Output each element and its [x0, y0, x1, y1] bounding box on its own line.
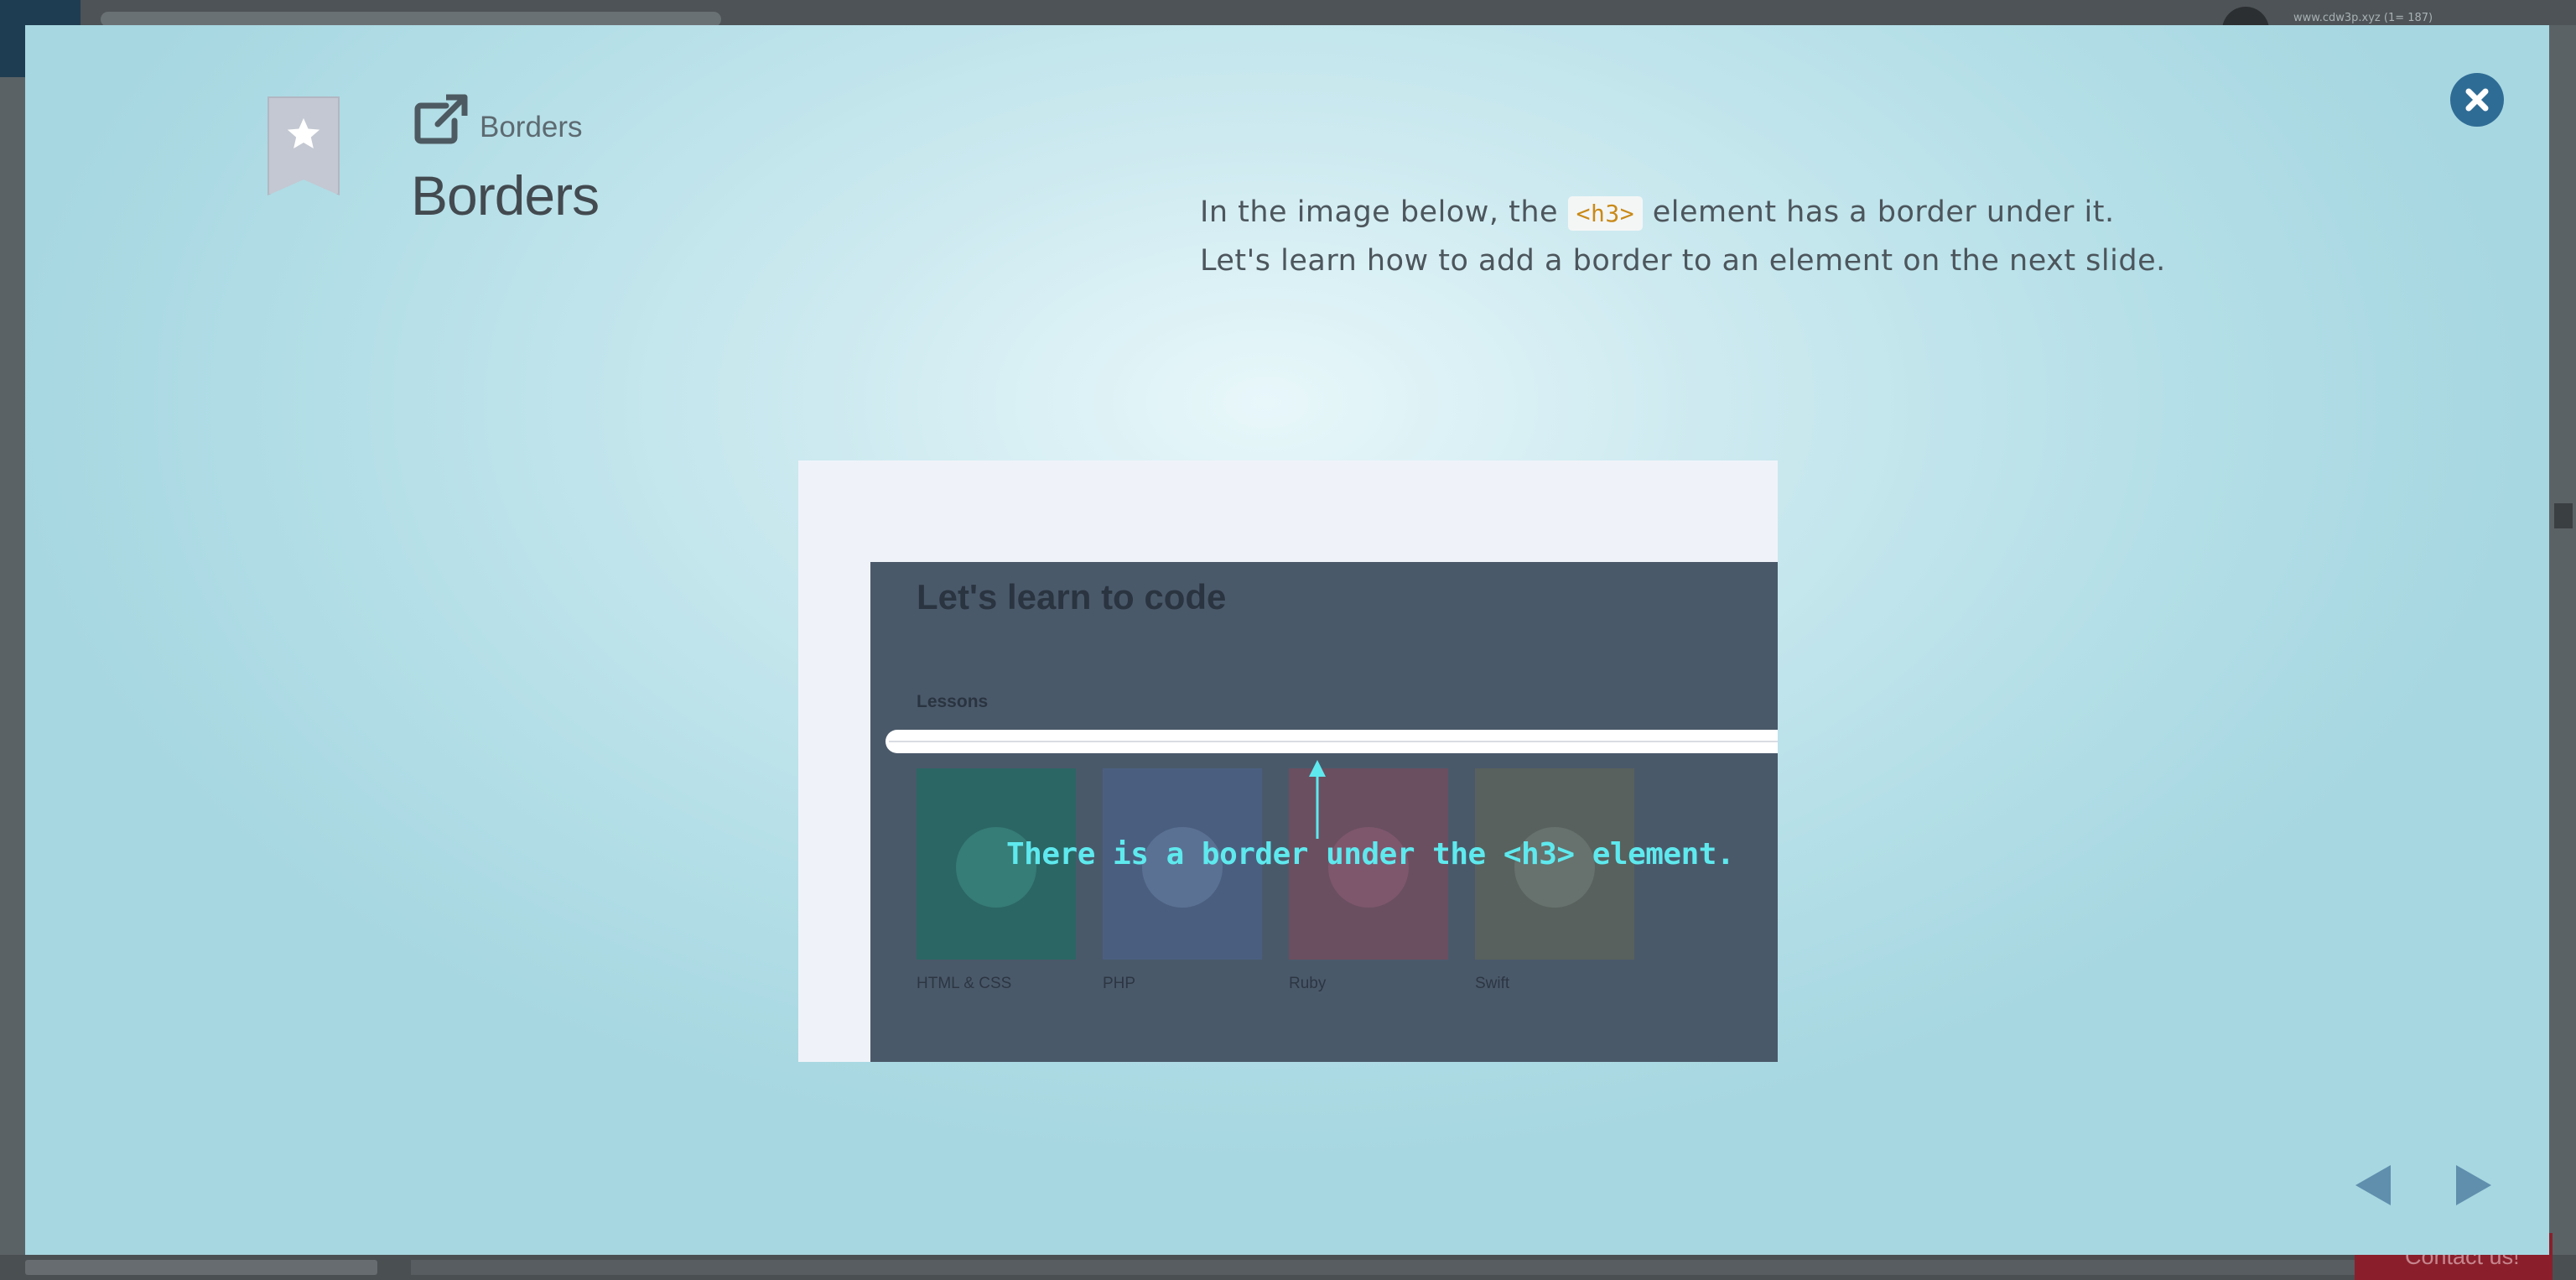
bookmark-ribbon[interactable]	[267, 96, 340, 195]
lesson-description: In the image below, the <h3> element has…	[1200, 189, 2166, 284]
illustration-heading: Let's learn to code	[917, 577, 1227, 617]
external-link-icon[interactable]	[413, 92, 471, 146]
background-horizontal-scroll-track	[411, 1260, 2507, 1275]
page-title: Borders	[411, 164, 600, 226]
background-horizontal-scroll-thumb	[25, 1260, 377, 1275]
code-snippet: <h3>	[1567, 196, 1644, 231]
description-line-1: In the image below, the <h3> element has…	[1200, 195, 2115, 231]
illustration-page: Let's learn to code Lessons HTML & CSS P…	[870, 562, 1778, 1062]
annotation-arrow-icon	[1309, 760, 1326, 839]
lesson-modal: Borders Borders In the image below, the …	[25, 25, 2549, 1255]
lesson-card-label: Swift	[1475, 975, 1510, 992]
star-bookmark-icon	[287, 117, 320, 149]
illustration-border-line	[889, 741, 1778, 742]
lesson-card-label: HTML & CSS	[917, 975, 1012, 992]
description-line-2: Let's learn how to add a border to an el…	[1200, 244, 2166, 278]
lesson-card-label: Ruby	[1289, 975, 1327, 992]
next-slide-button[interactable]	[2453, 1162, 2495, 1209]
close-button[interactable]	[2450, 73, 2504, 127]
previous-slide-button[interactable]	[2352, 1162, 2394, 1209]
illustration-section-label: Lessons	[917, 692, 989, 711]
annotation-text: There is a border under the <h3> element…	[1006, 837, 1735, 872]
breadcrumb[interactable]: Borders	[480, 111, 583, 144]
background-scrollbar	[2554, 503, 2573, 528]
background-site-text: www.cdw3p.xyz (1= 187)	[2293, 12, 2433, 24]
lesson-card-label: PHP	[1103, 975, 1136, 992]
slide-illustration: Let's learn to code Lessons HTML & CSS P…	[798, 460, 1778, 1062]
close-icon	[2465, 88, 2489, 112]
